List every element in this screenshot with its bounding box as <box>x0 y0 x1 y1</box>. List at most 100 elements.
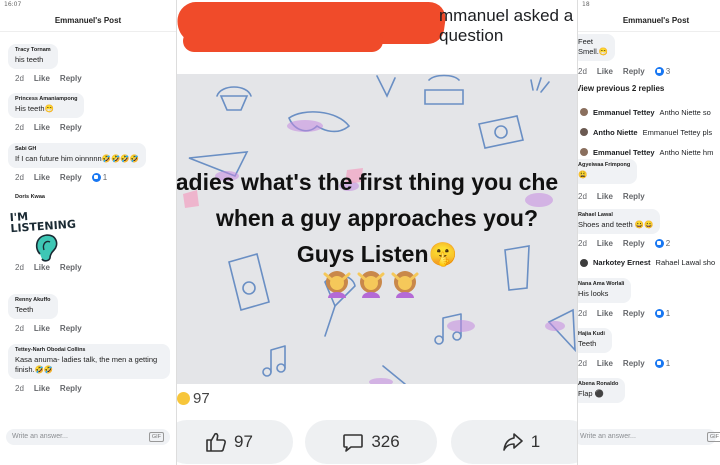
post-title: mmanuel asked a question <box>439 6 574 45</box>
avatar <box>580 148 588 156</box>
like-button[interactable]: Like <box>34 384 50 393</box>
reaction-total: 97 <box>193 390 210 407</box>
comment-time: 2d <box>578 359 587 368</box>
reply-button[interactable]: Reply <box>623 359 645 368</box>
share-count: 1 <box>530 432 541 451</box>
reply-author[interactable]: Antho Niette <box>593 128 638 137</box>
reply-button[interactable]: Reply <box>623 239 645 248</box>
commenter-name[interactable]: Nana Ama Worlali <box>578 281 624 287</box>
comment-time: 2d <box>578 309 587 318</box>
post-background-image[interactable]: adies what's the first thing you che whe… <box>177 74 577 384</box>
replies-list: Emmanuel Tettey Antho Niette so Antho Ni… <box>580 102 720 162</box>
share-post-button[interactable]: 1 <box>451 420 577 464</box>
comment: Abena Ronaldo Flap ⚫ <box>578 378 626 403</box>
commenter-name[interactable]: Agyeiwaa Frimpong <box>578 162 630 168</box>
answer-input[interactable]: Write an answer... GIF <box>578 429 720 445</box>
comment-bubble: Tettey-Narh Obodai Collins Kasa anuma- l… <box>8 344 170 379</box>
status-bar: 16:07 <box>4 1 22 8</box>
comment-text: His teeth😁 <box>15 104 54 113</box>
comment-bubble: Hajia Kudi Teeth <box>578 328 612 353</box>
reaction-badge[interactable]: 3 <box>654 67 670 76</box>
commenter-name[interactable]: Sabi GH <box>15 146 139 152</box>
commenter-name[interactable]: Doris Kwaa <box>8 194 82 200</box>
answer-input[interactable]: Write an answer... GIF <box>6 429 170 445</box>
like-button[interactable]: Like <box>34 324 50 333</box>
post-text-line: when a guy approaches you? <box>215 205 539 231</box>
like-post-button[interactable]: 97 <box>177 420 293 464</box>
comment-time: 2d <box>15 324 24 333</box>
like-button[interactable]: Like <box>34 74 50 83</box>
commenter-name[interactable]: Princess Amaniampong <box>15 96 77 102</box>
post-text-line: adies what's the first thing you che <box>177 169 559 195</box>
reaction-summary[interactable]: 97 <box>177 390 210 407</box>
like-button[interactable]: Like <box>34 123 50 132</box>
status-bar: 18 <box>582 1 590 8</box>
panel-title: Emmanuel's Post <box>578 10 720 32</box>
reply-author[interactable]: Emmanuel Tettey <box>593 148 655 157</box>
like-button[interactable]: Like <box>597 67 613 76</box>
comment-text: His looks <box>578 289 609 298</box>
like-button[interactable]: Like <box>597 359 613 368</box>
reaction-emoji-icon <box>177 392 190 405</box>
reaction-badge[interactable]: 1 <box>91 173 107 182</box>
post-action-bar: 97 326 1 <box>177 418 577 465</box>
redaction-mark <box>183 30 383 52</box>
commenter-name[interactable]: Hajia Kudi <box>578 331 605 337</box>
comment-post-button[interactable]: 326 <box>305 420 437 464</box>
comment-text: 😩 <box>578 170 588 179</box>
gif-button[interactable]: GIF <box>706 432 720 442</box>
like-button[interactable]: Like <box>597 192 613 201</box>
reply-button[interactable]: Reply <box>623 309 645 318</box>
reply-button[interactable]: Reply <box>623 67 645 76</box>
comment-time: 2d <box>15 123 24 132</box>
reply-row[interactable]: Antho Niette Emmanuel Tettey pls <box>580 122 720 142</box>
comment-bubble: Renny Akuffo Teeth <box>8 294 58 319</box>
commenter-name[interactable]: Rahael Lawal <box>578 212 653 218</box>
commenter-name[interactable]: Tettey-Narh Obodai Collins <box>15 347 163 353</box>
reaction-badge[interactable]: 1 <box>654 359 671 368</box>
woman-gesturing-ok-icon <box>391 271 419 298</box>
reply-row[interactable]: Emmanuel Tettey Antho Niette so <box>580 102 720 122</box>
comment-bubble: Nana Ama Worlali His looks <box>578 278 632 303</box>
reply-row[interactable]: Narkotey Ernest Rahael Lawal sho <box>580 258 715 267</box>
reply-author[interactable]: Emmanuel Tettey <box>593 108 655 117</box>
commenter-name[interactable]: Tracy Tornam <box>15 47 51 53</box>
like-reaction-icon <box>91 173 101 182</box>
reply-text: Antho Niette hm <box>659 147 714 157</box>
comment-bubble: Agyeiwaa Frimpong 😩 <box>578 159 638 184</box>
comment: Tracy Tornam his teeth 2d Like Reply <box>8 44 82 83</box>
reply-button[interactable]: Reply <box>60 384 82 393</box>
avatar <box>580 108 588 116</box>
answer-placeholder: Write an answer... <box>12 433 68 440</box>
comment-time: 2d <box>578 67 587 76</box>
like-button[interactable]: Like <box>597 239 613 248</box>
emoji-row <box>322 268 420 298</box>
comment-time: 2d <box>15 74 24 83</box>
reply-button[interactable]: Reply <box>623 192 645 201</box>
gif-button[interactable]: GIF <box>148 432 164 442</box>
reply-button[interactable]: Reply <box>60 173 82 182</box>
listening-sticker[interactable]: I'M LISTENING <box>8 204 78 266</box>
reply-author[interactable]: Narkotey Ernest <box>593 258 651 267</box>
answer-placeholder: Write an answer... <box>580 433 636 440</box>
like-reaction-icon <box>654 239 664 248</box>
reaction-badge[interactable]: 2 <box>654 239 670 248</box>
reaction-badge[interactable]: 1 <box>654 309 670 318</box>
commenter-name[interactable]: Abena Ronaldo <box>578 381 618 387</box>
post-card: mmanuel asked a question adies what's th… <box>177 0 577 465</box>
comment-text: Kasa anuma- ladies talk, the men a getti… <box>15 355 158 374</box>
comment: Rahael Lawal Shoes and teeth 😀😀 2d Like … <box>578 209 670 248</box>
reply-button[interactable]: Reply <box>60 123 82 132</box>
comment-bubble: Sabi GH If I can future him oinnnnn🤣🤣🤣🤣 <box>8 143 147 168</box>
post-text-line: Guys Listen🤫 <box>296 241 458 267</box>
like-button[interactable]: Like <box>34 173 50 182</box>
view-previous-replies-link[interactable]: View previous 2 replies <box>578 84 664 93</box>
like-button[interactable]: Like <box>597 309 613 318</box>
reply-button[interactable]: Reply <box>60 74 82 83</box>
commenter-name[interactable]: Renny Akuffo <box>15 297 51 303</box>
post-header: mmanuel asked a question <box>177 0 577 74</box>
woman-gesturing-ok-icon <box>323 271 351 298</box>
like-count: 97 <box>234 432 253 451</box>
reaction-count: 1 <box>665 359 671 368</box>
reply-button[interactable]: Reply <box>60 324 82 333</box>
